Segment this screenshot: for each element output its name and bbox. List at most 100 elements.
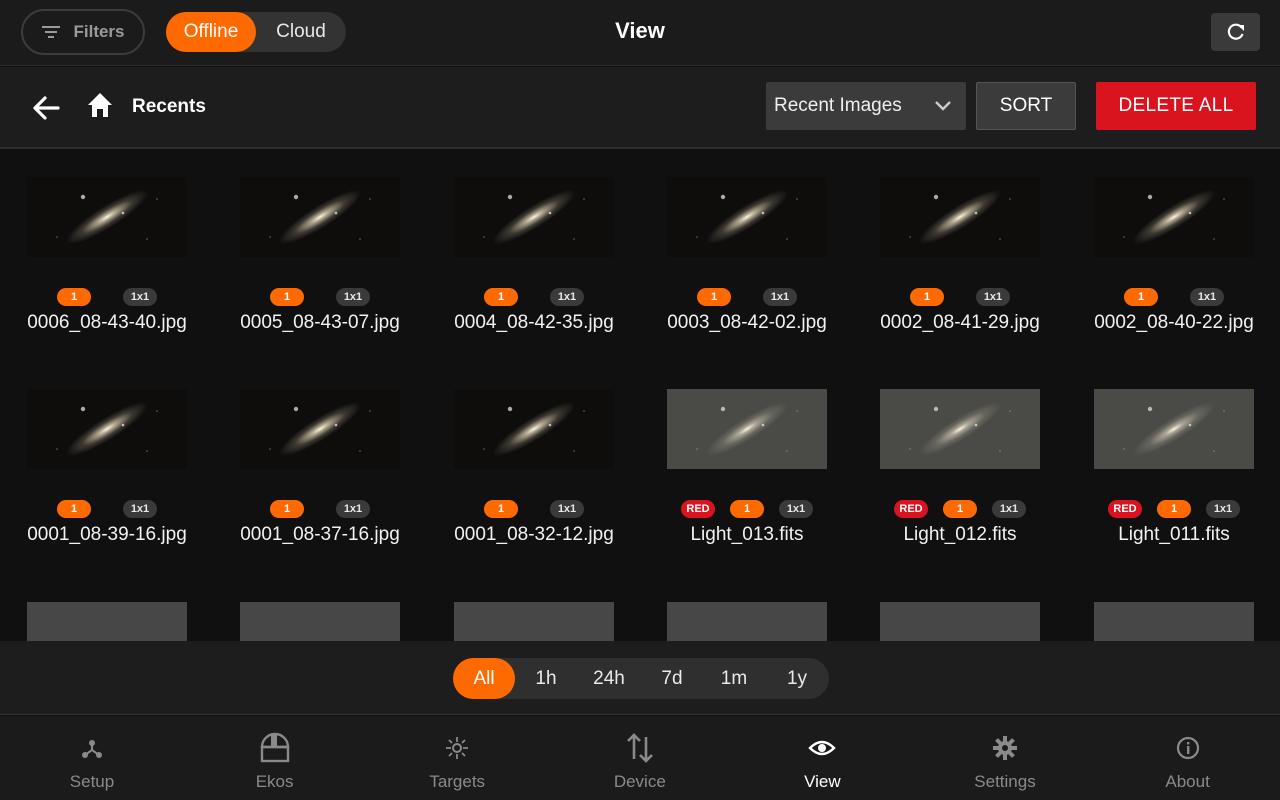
back-arrow-icon[interactable] [30,93,62,123]
image-thumbnail[interactable] [880,177,1040,257]
image-thumbnail[interactable] [454,389,614,469]
image-card[interactable]: 1 1x1 0005_08-43-07.jpg [240,177,453,377]
image-card[interactable]: 1 1x1 0006_08-43-40.jpg [27,177,240,377]
nav-item-settings[interactable]: Settings [914,716,1096,800]
image-thumbnail-placeholder[interactable] [880,602,1040,641]
count-badge: 1 [943,500,977,518]
page-title: View [615,18,665,43]
binning-badge: 1x1 [336,288,370,306]
badge-row: 1 1x1 [27,288,187,306]
image-thumbnail[interactable] [27,389,187,469]
image-filename: 0002_08-41-29.jpg [880,312,1040,333]
nav-item-setup[interactable]: Setup [1,716,183,800]
image-card[interactable]: 1 1x1 0002_08-40-22.jpg [1094,177,1280,377]
badge-row: 1 1x1 [27,500,187,518]
image-card[interactable]: 1 1x1 0001_08-32-12.jpg [454,389,667,589]
image-thumbnail[interactable] [27,177,187,257]
image-card[interactable]: 1 1x1 0002_08-41-29.jpg [880,177,1093,377]
chevron-down-icon [935,101,951,111]
image-thumbnail-placeholder[interactable] [27,602,187,641]
bottom-navigation: Setup Ekos Targets Device View Settings About [0,716,1280,800]
image-thumbnail[interactable] [1094,177,1254,257]
count-badge: 1 [270,288,304,306]
setup-icon [1,730,183,766]
time-filter-1y[interactable]: 1y [766,658,828,699]
image-filename: 0003_08-42-02.jpg [667,312,827,333]
binning-badge: 1x1 [336,500,370,518]
binning-badge: 1x1 [550,500,584,518]
nav-item-label: Setup [69,772,115,791]
mode-option-cloud[interactable]: Cloud [256,12,346,52]
nav-item-view[interactable]: View [731,716,913,800]
count-badge: 1 [484,500,518,518]
image-thumbnail[interactable] [454,177,614,257]
badge-row: 1 1x1 [240,288,400,306]
filter-icon [42,26,61,38]
time-filter-1m[interactable]: 1m [703,658,765,699]
image-grid: 1 1x1 0006_08-43-40.jpg 1 1x1 0005_08-43-07.… [0,151,1280,641]
badge-row: RED 1 1x1 [667,500,827,518]
refresh-button[interactable] [1211,13,1260,51]
image-thumbnail[interactable] [240,177,400,257]
image-card[interactable]: RED 1 1x1 Light_011.fits [1094,389,1280,589]
nav-item-about[interactable]: About [1097,716,1279,800]
image-thumbnail[interactable] [880,389,1040,469]
nav-item-targets[interactable]: Targets [366,716,548,800]
time-filter-24h[interactable]: 24h [578,658,640,699]
count-badge: 1 [270,500,304,518]
time-filter-All[interactable]: All [453,658,515,699]
nav-item-label: View [804,772,841,791]
image-thumbnail-placeholder[interactable] [1094,602,1254,641]
mode-option-offline[interactable]: Offline [166,12,256,52]
image-filename: Light_013.fits [690,524,804,545]
nav-item-label: Ekos [255,772,294,791]
badge-row: 1 1x1 [454,288,614,306]
observatory-dome-icon [184,730,366,766]
image-filename: Light_011.fits [1118,524,1230,545]
count-badge: 1 [484,288,518,306]
count-badge: 1 [697,288,731,306]
image-thumbnail[interactable] [1094,389,1254,469]
image-thumbnail[interactable] [667,177,827,257]
filters-label: Filters [73,22,125,41]
image-thumbnail-placeholder[interactable] [454,602,614,641]
breadcrumb: Recents [132,96,206,117]
info-icon [1097,730,1279,766]
badge-row: 1 1x1 [240,500,400,518]
badge-row: RED 1 1x1 [1094,500,1254,518]
image-card[interactable]: RED 1 1x1 Light_012.fits [880,389,1093,589]
binning-badge: 1x1 [123,500,157,518]
toolbar: Recents Recent Images SORT DELETE ALL [0,67,1280,149]
image-thumbnail[interactable] [240,389,400,469]
time-filter-7d[interactable]: 7d [641,658,703,699]
image-filename: 0001_08-37-16.jpg [240,524,400,545]
count-badge: 1 [57,500,91,518]
image-filename: 0004_08-42-35.jpg [454,312,614,333]
image-thumbnail-placeholder[interactable] [240,602,400,641]
nav-item-ekos[interactable]: Ekos [184,716,366,800]
image-thumbnail[interactable] [667,389,827,469]
mode-toggle: Offline Cloud [166,12,346,52]
sort-button[interactable]: SORT [976,82,1076,130]
binning-badge: 1x1 [779,500,813,518]
image-card[interactable]: 1 1x1 0001_08-37-16.jpg [240,389,453,589]
image-card[interactable]: 1 1x1 0003_08-42-02.jpg [667,177,880,377]
image-filename: 0002_08-40-22.jpg [1094,312,1254,333]
image-filename: Light_012.fits [903,524,1017,545]
image-card[interactable]: 1 1x1 0004_08-42-35.jpg [454,177,667,377]
image-card[interactable]: 1 1x1 0001_08-39-16.jpg [27,389,240,589]
filter-badge: RED [681,500,715,518]
top-bar: Filters Offline Cloud View [0,0,1280,66]
home-icon[interactable] [86,91,114,119]
image-card[interactable]: RED 1 1x1 Light_013.fits [667,389,880,589]
binning-badge: 1x1 [976,288,1010,306]
count-badge: 1 [1124,288,1158,306]
sort-source-select[interactable]: Recent Images [766,82,966,130]
nav-item-device[interactable]: Device [549,716,731,800]
time-filter-1h[interactable]: 1h [515,658,577,699]
image-thumbnail-placeholder[interactable] [667,602,827,641]
badge-row: 1 1x1 [667,288,827,306]
delete-all-button[interactable]: DELETE ALL [1096,82,1256,130]
time-filter-bar: All 1h 24h 7d 1m 1y [0,641,1280,715]
filters-button[interactable]: Filters [21,9,145,55]
